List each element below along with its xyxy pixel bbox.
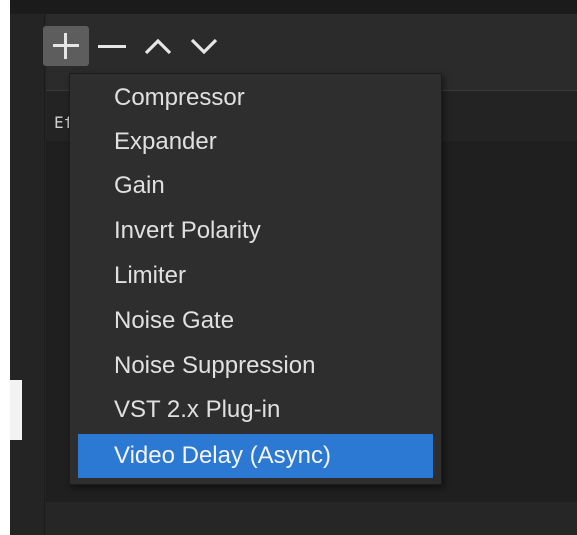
plus-icon: [53, 33, 79, 59]
menu-item-noise-gate[interactable]: Noise Gate: [78, 299, 433, 343]
move-down-button[interactable]: [181, 26, 227, 66]
menu-item-vst-plugin[interactable]: VST 2.x Plug-in: [78, 388, 433, 432]
menu-item-gain[interactable]: Gain: [78, 164, 433, 208]
remove-filter-button[interactable]: [89, 26, 135, 66]
title-strip: [10, 0, 577, 14]
minus-icon: [98, 45, 126, 48]
left-panel-edge: [10, 380, 22, 440]
add-filter-button[interactable]: [43, 26, 89, 66]
filters-toolbar: [43, 26, 227, 66]
panel-divider[interactable]: [44, 14, 45, 535]
menu-item-compressor[interactable]: Compressor: [78, 76, 433, 120]
menu-item-limiter[interactable]: Limiter: [78, 254, 433, 298]
move-up-button[interactable]: [135, 26, 181, 66]
menu-item-expander[interactable]: Expander: [78, 120, 433, 164]
menu-item-noise-suppression[interactable]: Noise Suppression: [78, 344, 433, 388]
menu-item-video-delay[interactable]: Video Delay (Async): [78, 434, 433, 478]
chevron-down-icon: [190, 38, 218, 55]
menu-item-invert-polarity[interactable]: Invert Polarity: [78, 209, 433, 253]
chevron-up-icon: [144, 38, 172, 55]
add-filter-menu: Compressor Expander Gain Invert Polarity…: [69, 73, 442, 485]
left-panel: [10, 14, 46, 535]
bottom-bar: [46, 502, 577, 535]
